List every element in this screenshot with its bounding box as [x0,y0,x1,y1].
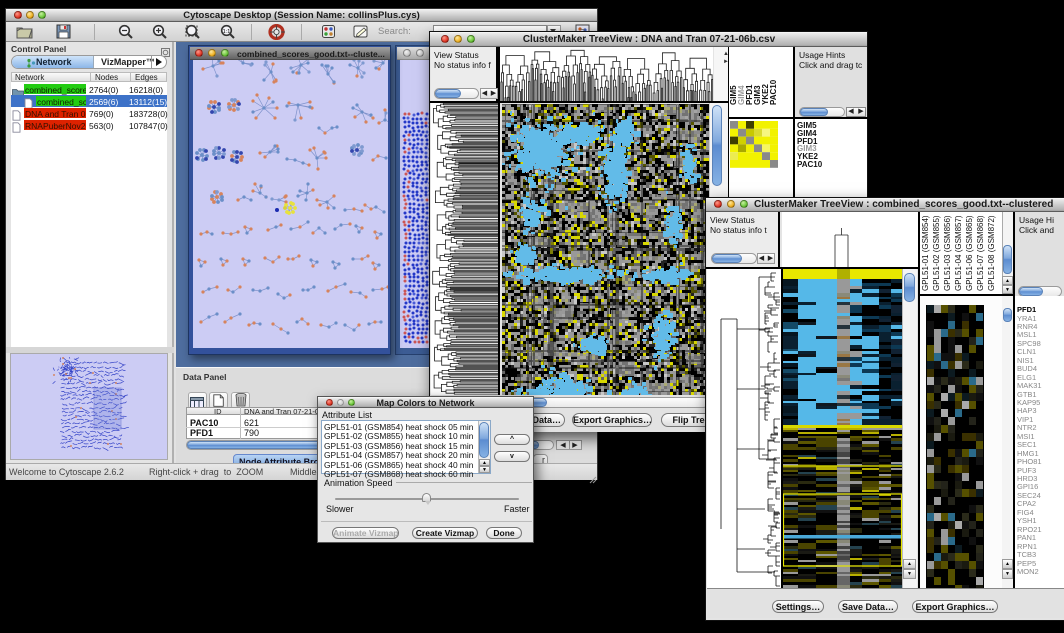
svg-text:GPL51-08 (GSM872): GPL51-08 (GSM872) [987,215,996,291]
svg-text:GPL51-03 (GSM856): GPL51-03 (GSM856) [943,215,952,291]
svg-text:GPL51-07 (GSM868): GPL51-07 (GSM868) [976,215,985,291]
svg-text:PAC10: PAC10 [769,79,778,105]
svg-text:1:1: 1:1 [223,29,231,35]
svg-text:GPL51-06 (GSM865): GPL51-06 (GSM865) [965,215,974,291]
svg-text:GPL51-04 (GSM857): GPL51-04 (GSM857) [954,215,963,291]
svg-text:GPL51-02 (GSM855): GPL51-02 (GSM855) [932,215,941,291]
svg-text:GPL51-01 (GSM854): GPL51-01 (GSM854) [921,215,930,291]
